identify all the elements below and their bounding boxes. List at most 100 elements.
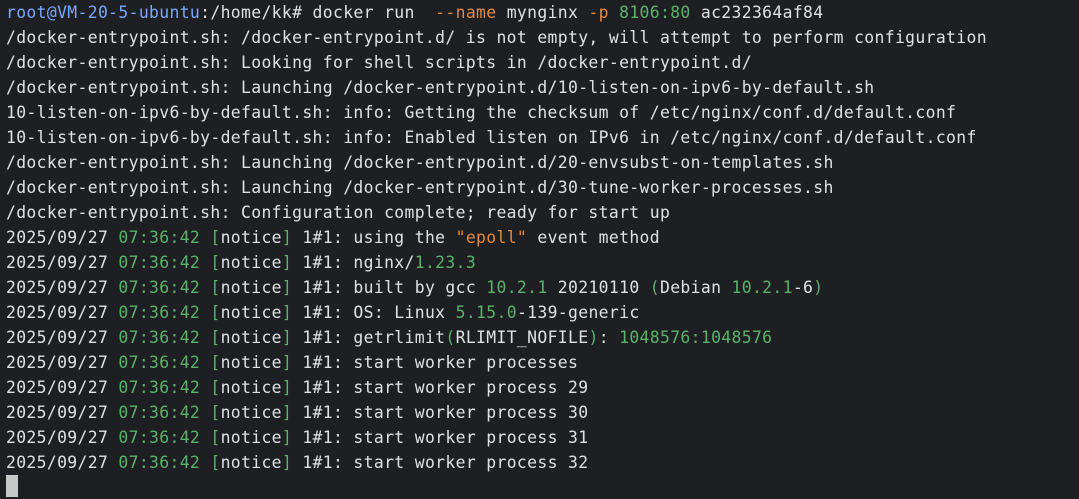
terminal-output[interactable]: root@VM-20-5-ubuntu:/home/kk# docker run…: [0, 0, 1079, 499]
line-segment: RLIMIT_NOFILE: [455, 328, 589, 347]
line-segment: 2025/09/27: [6, 278, 119, 297]
line-segment: :: [598, 328, 620, 347]
line-segment: [609, 3, 619, 22]
line-segment: ]: [281, 403, 293, 422]
line-segment: 1#1: start worker process 31: [292, 428, 589, 447]
line-segment: ac232364af84: [690, 3, 824, 22]
line-segment: 20210110: [547, 278, 650, 297]
line-segment: 1#1: getrlimit: [292, 328, 446, 347]
line-segment: :/home/kk# docker run: [200, 3, 436, 22]
line-segment: ]: [281, 278, 293, 297]
line-segment: 07:36:42: [118, 328, 201, 347]
line-segment: [200, 228, 210, 247]
line-segment: /docker-entrypoint.sh: Launching /docker…: [6, 153, 834, 172]
line-segment: 1#1: start worker process 30: [292, 403, 589, 422]
line-segment: [: [210, 328, 221, 347]
line-segment: notice: [220, 403, 282, 422]
output-line: 2025/09/27 07:36:42 [notice] 1#1: start …: [6, 375, 1079, 400]
line-segment: 2025/09/27: [6, 453, 119, 472]
line-segment: notice: [220, 303, 282, 322]
line-segment: notice: [220, 253, 282, 272]
line-segment: 1#1: built by gcc: [292, 278, 487, 297]
line-segment: -p: [588, 3, 609, 22]
output-line: /docker-entrypoint.sh: Launching /docker…: [6, 75, 1079, 100]
line-segment: root@VM-20-5-ubuntu: [6, 3, 201, 22]
line-segment: [200, 453, 210, 472]
line-segment: 1.23.3: [414, 253, 477, 272]
line-segment: 07:36:42: [118, 303, 201, 322]
line-segment: 10.2.1: [486, 278, 548, 297]
output-line: 2025/09/27 07:36:42 [notice] 1#1: start …: [6, 450, 1079, 475]
line-segment: 07:36:42: [118, 353, 201, 372]
line-segment: -139-generic: [516, 303, 640, 322]
line-segment: /docker-entrypoint.sh: Launching /docker…: [6, 178, 834, 197]
line-segment: --name: [435, 3, 497, 22]
line-segment: notice: [220, 453, 282, 472]
line-segment: 5.15.0: [455, 303, 517, 322]
line-segment: mynginx: [496, 3, 589, 22]
line-segment: ): [813, 278, 824, 297]
line-segment: [200, 278, 210, 297]
line-segment: 8106:80: [619, 3, 691, 22]
line-segment: 1#1: start worker process 29: [292, 378, 589, 397]
line-segment: notice: [220, 278, 282, 297]
line-segment: [200, 328, 210, 347]
line-segment: 2025/09/27: [6, 353, 119, 372]
line-segment: event method: [527, 228, 660, 247]
line-segment: [: [210, 303, 221, 322]
line-segment: 10-listen-on-ipv6-by-default.sh: info: G…: [6, 103, 957, 122]
line-segment: 1#1: using the: [292, 228, 456, 247]
line-segment: ]: [281, 228, 293, 247]
line-segment: [: [210, 278, 221, 297]
output-line: 2025/09/27 07:36:42 [notice] 1#1: getrli…: [6, 325, 1079, 350]
line-segment: [200, 428, 210, 447]
line-segment: /docker-entrypoint.sh: Configuration com…: [6, 203, 671, 222]
line-segment: Debian: [660, 278, 732, 297]
output-line: 2025/09/27 07:36:42 [notice] 1#1: nginx/…: [6, 250, 1079, 275]
line-segment: 2025/09/27: [6, 428, 119, 447]
line-segment: [200, 403, 210, 422]
line-segment: 10.2.1: [731, 278, 793, 297]
line-segment: [: [210, 378, 221, 397]
line-segment: 07:36:42: [118, 278, 201, 297]
line-segment: [: [210, 353, 221, 372]
line-segment: (: [445, 328, 456, 347]
line-segment: 2025/09/27: [6, 303, 119, 322]
line-segment: 1#1: nginx/: [292, 253, 415, 272]
line-segment: 1#1: start worker processes: [292, 353, 579, 372]
line-segment: [: [210, 253, 221, 272]
line-segment: notice: [220, 378, 282, 397]
output-line: 2025/09/27 07:36:42 [notice] 1#1: start …: [6, 350, 1079, 375]
output-line: /docker-entrypoint.sh: /docker-entrypoin…: [6, 25, 1079, 50]
output-line: /docker-entrypoint.sh: Configuration com…: [6, 200, 1079, 225]
line-segment: 1#1: start worker process 32: [292, 453, 589, 472]
output-line: 2025/09/27 07:36:42 [notice] 1#1: using …: [6, 225, 1079, 250]
line-segment: [200, 353, 210, 372]
line-segment: /docker-entrypoint.sh: Looking for shell…: [6, 53, 752, 72]
output-line: /docker-entrypoint.sh: Launching /docker…: [6, 150, 1079, 175]
line-segment: 07:36:42: [118, 228, 201, 247]
line-segment: ]: [281, 453, 293, 472]
line-segment: /docker-entrypoint.sh: /docker-entrypoin…: [6, 28, 987, 47]
line-segment: ]: [281, 353, 293, 372]
output-line: /docker-entrypoint.sh: Launching /docker…: [6, 175, 1079, 200]
line-segment: 07:36:42: [118, 453, 201, 472]
line-segment: ]: [281, 253, 293, 272]
line-segment: notice: [220, 353, 282, 372]
output-line: 2025/09/27 07:36:42 [notice] 1#1: start …: [6, 425, 1079, 450]
line-segment: ]: [281, 303, 293, 322]
line-segment: 1048576:1048576: [619, 328, 773, 347]
line-segment: [: [210, 453, 221, 472]
line-segment: 1#1: OS: Linux: [292, 303, 456, 322]
line-segment: (: [649, 278, 660, 297]
output-line: 10-listen-on-ipv6-by-default.sh: info: G…: [6, 100, 1079, 125]
line-segment: 2025/09/27: [6, 253, 119, 272]
line-segment: 07:36:42: [118, 403, 201, 422]
line-segment: /docker-entrypoint.sh: Launching /docker…: [6, 78, 875, 97]
line-segment: -6: [792, 278, 814, 297]
line-segment: [200, 378, 210, 397]
terminal-lines: root@VM-20-5-ubuntu:/home/kk# docker run…: [6, 0, 1079, 475]
line-segment: ]: [281, 428, 293, 447]
line-segment: 2025/09/27: [6, 378, 119, 397]
line-segment: 07:36:42: [118, 428, 201, 447]
